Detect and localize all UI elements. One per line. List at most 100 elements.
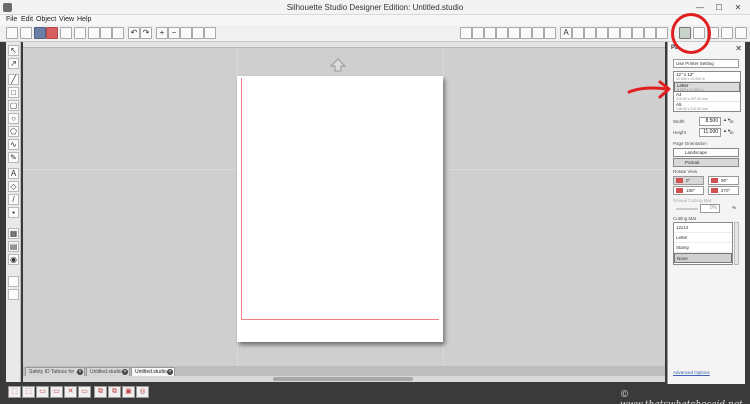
landscape-button[interactable]: Landscape [673,148,739,157]
menu-edit[interactable]: Edit [21,16,33,23]
zoom-in-icon[interactable]: + [156,27,168,39]
page-size-a4[interactable]: A4 210.00 x 297.00 mm [674,92,740,102]
point-edit-icon[interactable]: ↗ [8,58,19,69]
rounded-rect-icon[interactable]: ▢ [8,100,19,111]
menu-view[interactable]: View [59,16,74,23]
online-icon[interactable]: ◉ [8,254,19,265]
use-printer-setting-button[interactable]: Use Printer Setting [673,59,739,68]
doc-tab-3[interactable]: Untitled.studio × [131,367,175,376]
line-icon[interactable]: ╱ [8,74,19,85]
pan-icon[interactable] [192,27,204,39]
close-icon[interactable]: × [77,369,83,375]
store-icon[interactable]: ▤ [8,241,19,252]
page-size-list[interactable]: 12" x 12" 12.000 x 12.000 in Letter 8.50… [673,71,741,112]
open-icon[interactable] [20,27,32,39]
doc-tab-2[interactable]: Untitled.studio × [86,367,130,376]
scale-icon[interactable] [596,27,608,39]
select-icon[interactable]: ↖ [8,45,19,56]
new-icon[interactable] [6,27,18,39]
rectangle-icon[interactable]: □ [8,87,19,98]
menu-help[interactable]: Help [77,16,91,23]
bring-forward-icon[interactable]: ▣ [122,386,135,398]
zoom-out-icon[interactable]: − [168,27,180,39]
width-field[interactable]: 8.500 [699,117,721,126]
page-size-12x12[interactable]: 12" x 12" 12.000 x 12.000 in [674,72,740,82]
select-all-icon[interactable]: ⬚ [8,386,21,398]
group-selection-icon[interactable]: ▭ [50,386,63,398]
page-size-a5[interactable]: A5 148.00 x 210.00 mm [674,102,740,111]
rotate-270-button[interactable]: 270° [708,186,739,195]
extra-tool-1-icon[interactable] [8,276,19,287]
edit-selection-icon[interactable]: ▭ [36,386,49,398]
trace-icon[interactable] [632,27,644,39]
polygon-icon[interactable]: ⬠ [8,126,19,137]
compound-icon[interactable] [496,27,508,39]
library-icon[interactable]: ▦ [8,228,19,239]
fit-page-icon[interactable] [204,27,216,39]
freehand-icon[interactable]: ✎ [8,152,19,163]
layers-icon[interactable] [656,27,668,39]
maximize-button[interactable]: ☐ [709,0,729,15]
fill-color-icon[interactable] [520,27,532,39]
advanced-options-link[interactable]: Advanced Options [673,370,710,375]
fill-icon[interactable]: ▪ [8,207,19,218]
ungroup-bottom-icon[interactable]: ⧉ [108,386,121,398]
align-icon[interactable] [460,27,472,39]
mat-letter[interactable]: Letter [674,233,732,243]
transform-icon[interactable] [572,27,584,39]
menu-object[interactable]: Object [36,16,56,23]
replicate-icon[interactable] [508,27,520,39]
height-field[interactable]: 11.000 [699,128,721,137]
ellipse-icon[interactable]: ○ [8,113,19,124]
mat-stamp[interactable]: Stamp [674,243,732,253]
close-icon[interactable]: × [122,369,128,375]
weld-icon[interactable]: ⧉ [94,386,107,398]
text-icon[interactable]: A [8,168,19,179]
close-button[interactable]: ✕ [728,0,748,15]
modify-icon[interactable] [644,27,656,39]
send-to-silhouette-icon[interactable] [74,27,86,39]
line-color-icon[interactable] [544,27,556,39]
reveal-slider[interactable] [676,208,698,210]
copy-icon[interactable] [100,27,112,39]
duplicate-icon[interactable]: ▭ [78,386,91,398]
group-icon[interactable] [472,27,484,39]
cutting-mat-list[interactable]: 12x12 Letter Stamp None [673,222,733,265]
mat-list-scrollbar[interactable] [734,222,739,265]
line-style-icon[interactable] [532,27,544,39]
redo-icon[interactable]: ↷ [140,27,152,39]
panel-close-icon[interactable]: ✕ [735,44,742,53]
save-as-icon[interactable] [46,27,58,39]
zoom-box-icon[interactable] [180,27,192,39]
save-icon[interactable] [34,27,46,39]
rotate-90-button[interactable]: 90° [708,176,739,185]
portrait-button[interactable]: Portrait [673,158,739,167]
knife-tool-icon[interactable] [608,27,620,39]
rotate-0-button[interactable]: 0° [673,176,704,185]
knife-icon[interactable]: / [8,194,19,205]
cut-icon[interactable] [88,27,100,39]
menu-file[interactable]: File [6,16,17,23]
undo-icon[interactable]: ↶ [128,27,140,39]
doc-tab-1[interactable]: Safety ID Tattoos for ... × [25,367,85,376]
deselect-icon[interactable]: ⬚ [22,386,35,398]
ungroup-icon[interactable] [484,27,496,39]
delete-icon[interactable]: ✕ [64,386,77,398]
extra-tool-2-icon[interactable] [8,289,19,300]
print-icon[interactable] [60,27,72,39]
eraser-icon[interactable]: ◇ [8,181,19,192]
mat-none[interactable]: None [674,253,732,263]
rotate-icon[interactable] [584,27,596,39]
scrollbar-thumb[interactable] [273,377,413,381]
mat-12x12[interactable]: 12x12 [674,223,732,233]
offset-icon[interactable] [620,27,632,39]
text-style-icon[interactable]: A [560,27,572,39]
close-icon[interactable]: × [167,369,173,375]
store-toggle-icon[interactable] [735,27,747,39]
curve-icon[interactable]: ∿ [8,139,19,150]
design-canvas[interactable] [23,48,665,366]
page-size-letter[interactable]: Letter 8.500 x 11.000 in [674,82,740,92]
registration-mark-icon[interactable]: ◎ [136,386,149,398]
paste-icon[interactable] [112,27,124,39]
rotate-180-button[interactable]: 180° [673,186,704,195]
